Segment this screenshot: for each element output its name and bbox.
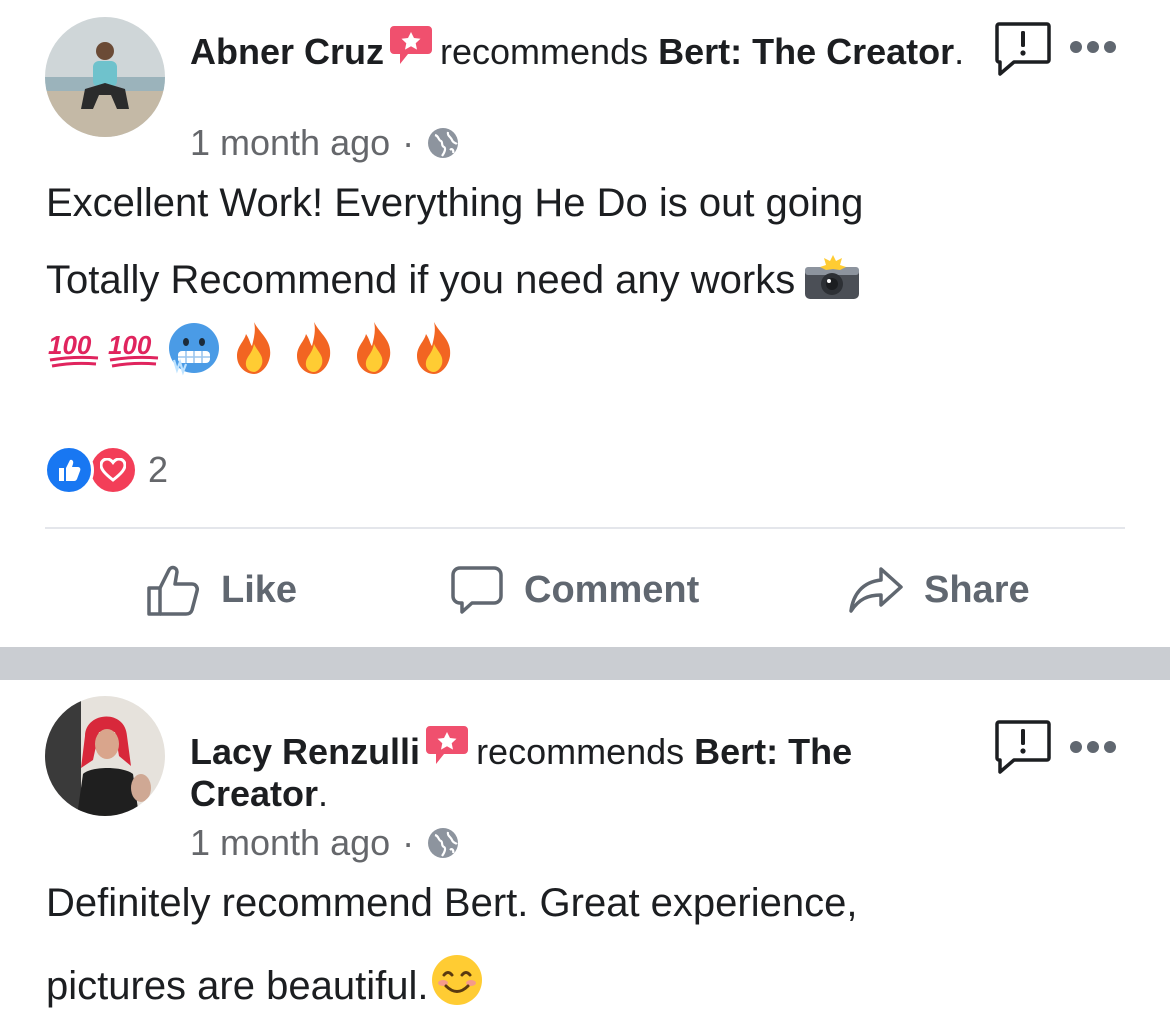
post-text-line: Excellent Work! Everything He Do is out … — [46, 181, 864, 225]
author-name[interactable]: Lacy Renzulli — [190, 731, 420, 772]
avatar[interactable] — [45, 696, 165, 816]
post-header: Abner Cruz recommends Bert: The Creator. — [190, 24, 980, 73]
like-button[interactable]: Like — [145, 560, 297, 620]
avatar[interactable] — [45, 17, 165, 137]
meta-separator: · — [402, 122, 415, 163]
camera-flash-emoji-icon — [803, 253, 861, 311]
post-text-line: pictures are beautiful. — [46, 953, 484, 1017]
post-meta: 1 month ago · — [190, 122, 460, 164]
svg-text:100: 100 — [48, 330, 92, 360]
post-header: Lacy Renzulli recommends Bert: The Creato… — [190, 724, 980, 815]
recommend-badge-icon — [388, 24, 434, 66]
comment-icon — [451, 566, 503, 614]
more-options-icon[interactable] — [1070, 36, 1122, 58]
fire-icon — [417, 322, 451, 374]
recommendation-post: Abner Cruz recommends Bert: The Creator. … — [0, 0, 1170, 647]
page-name[interactable]: Bert: The Creator — [658, 31, 954, 72]
timestamp[interactable]: 1 month ago — [190, 822, 390, 864]
recommend-badge-icon — [424, 724, 470, 766]
reaction-summary[interactable]: 2 — [44, 445, 168, 495]
fire-icon — [297, 322, 331, 374]
post-text-line: Definitely recommend Bert. Great experie… — [46, 881, 858, 925]
report-icon[interactable] — [994, 20, 1052, 78]
more-options-icon[interactable] — [1070, 736, 1122, 758]
globe-icon — [428, 828, 459, 858]
post-text-line: Totally Recommend if you need any works — [46, 253, 861, 311]
share-button[interactable]: Share — [848, 560, 1030, 620]
recommendation-post: Lacy Renzulli recommends Bert: The Creato… — [0, 680, 1170, 1033]
hundred-points-icon: 100 — [108, 330, 159, 368]
thumbs-up-icon — [147, 565, 199, 616]
svg-text:100: 100 — [108, 330, 152, 360]
hundred-points-icon: 100 — [48, 330, 99, 368]
fire-icon — [357, 322, 391, 374]
feed-separator — [0, 647, 1170, 680]
share-arrow-icon — [849, 567, 903, 613]
emoji-row: 100 100 — [46, 320, 462, 376]
report-icon[interactable] — [994, 718, 1052, 776]
post-meta: 1 month ago · — [190, 822, 460, 864]
smiling-face-emoji-icon — [430, 953, 484, 1017]
reaction-count: 2 — [148, 449, 169, 490]
like-reaction-icon — [44, 445, 94, 495]
love-reaction-icon — [88, 445, 138, 495]
author-name[interactable]: Abner Cruz — [190, 31, 384, 72]
meta-separator: · — [402, 822, 415, 863]
divider — [45, 527, 1125, 529]
cold-face-icon — [169, 323, 219, 376]
timestamp[interactable]: 1 month ago — [190, 122, 390, 164]
fire-icon — [237, 322, 271, 374]
globe-icon — [428, 128, 459, 158]
comment-button[interactable]: Comment — [450, 560, 699, 620]
